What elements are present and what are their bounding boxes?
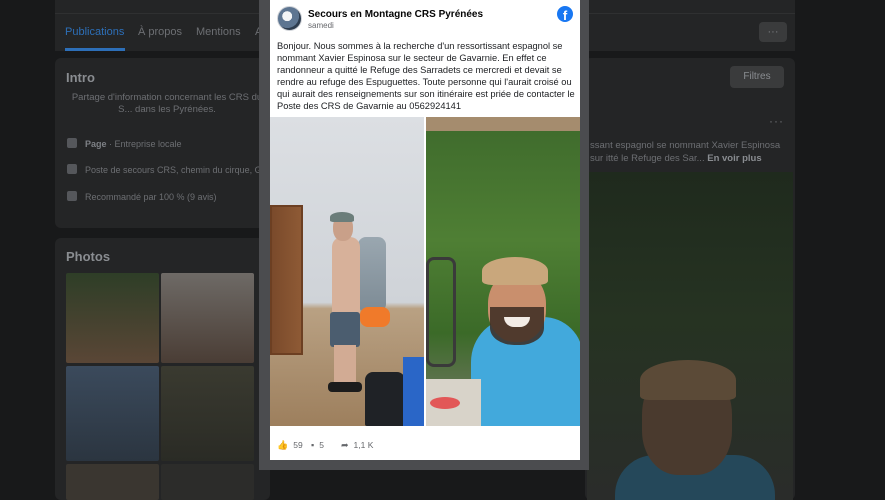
photo-wall xyxy=(426,117,580,131)
facebook-logo-icon: f xyxy=(557,6,573,22)
intro-title: Intro xyxy=(66,70,95,85)
intro-row-rating: Recommandé par 100 % (9 avis) xyxy=(67,191,217,202)
see-more-link[interactable]: En voir plus xyxy=(707,153,761,164)
photo-thumbnail[interactable] xyxy=(66,464,159,500)
photo-thumbnail[interactable] xyxy=(161,366,254,461)
reactions-value: 59 xyxy=(293,440,303,450)
photo-plate xyxy=(430,397,460,409)
photo-person-cap xyxy=(330,212,354,222)
intro-description: Partage d'information concernant les CRS… xyxy=(71,92,263,115)
photo-thumbnail[interactable] xyxy=(161,464,254,500)
page-avatar[interactable] xyxy=(277,6,302,31)
post-card: Secours en Montagne CRS Pyrénées samedi … xyxy=(270,0,580,460)
photo-thumbnail[interactable] xyxy=(161,273,254,363)
intro-row-text: Recommandé par 100 % (9 avis) xyxy=(85,192,217,202)
info-icon xyxy=(67,138,77,148)
photo-blue-bin xyxy=(403,357,424,426)
like-icon: 👍 xyxy=(277,440,289,450)
tab-about[interactable]: À propos xyxy=(138,26,182,38)
reactions-count[interactable]: 👍 59 xyxy=(277,440,303,451)
star-icon xyxy=(67,191,77,201)
photos-title: Photos xyxy=(66,249,111,264)
intro-row-category: Page · Entreprise locale xyxy=(67,138,182,149)
photo-thumbnail[interactable] xyxy=(66,273,159,363)
post-timestamp[interactable]: samedi xyxy=(308,21,334,30)
intro-card: Intro Partage d'information concernant l… xyxy=(55,58,270,228)
photo-black-bag xyxy=(365,372,405,426)
photos-card: Photos xyxy=(55,238,270,500)
intro-row-address: Poste de secours CRS, chemin du cirque, … xyxy=(67,164,269,175)
post-photo-man-smiling[interactable] xyxy=(426,117,580,426)
photo-man-cap xyxy=(482,257,548,285)
location-icon xyxy=(67,164,77,174)
photo-thumbnail[interactable] xyxy=(66,366,159,461)
page-name[interactable]: Secours en Montagne CRS Pyrénées xyxy=(308,9,483,20)
comment-icon: ▪ xyxy=(311,440,315,450)
more-options-button[interactable]: ··· xyxy=(759,22,787,42)
tab-publications[interactable]: Publications xyxy=(65,26,124,38)
photo-orange-bag xyxy=(360,307,390,327)
shares-value: 1,1 K xyxy=(353,440,374,450)
intro-row-text: Poste de secours CRS, chemin du cirque, … xyxy=(85,165,270,175)
photo-person-shorts xyxy=(330,312,360,347)
active-tab-indicator xyxy=(65,48,125,51)
photo-backpack xyxy=(358,237,386,312)
feed-post-excerpt: ssant espagnol se nommant Xavier Espinos… xyxy=(590,139,790,165)
photo-person-shoes xyxy=(328,382,362,392)
comments-count[interactable]: ▪ 5 xyxy=(311,440,324,450)
comments-value: 5 xyxy=(319,440,324,450)
intro-row-bold: Page xyxy=(85,139,107,149)
post-options-icon[interactable]: ··· xyxy=(769,114,784,128)
photo-chair xyxy=(426,257,456,367)
post-photo-hiker-standing[interactable] xyxy=(270,117,424,426)
feed-image-cap xyxy=(640,360,736,400)
engagement-counts: 👍 59 ▪ 5 ➦ 1,1 K xyxy=(277,437,575,453)
tab-mentions[interactable]: Mentions xyxy=(196,26,241,38)
photo-person-body xyxy=(332,237,360,322)
post-text: Bonjour. Nous sommes à la recherche d'un… xyxy=(277,41,575,112)
shares-count[interactable]: ➦ 1,1 K xyxy=(341,440,373,451)
filters-button[interactable]: Filtres xyxy=(730,66,784,88)
share-icon: ➦ xyxy=(341,440,349,450)
photo-person-legs xyxy=(334,345,356,385)
photo-door xyxy=(270,205,303,355)
intro-row-text: · Entreprise locale xyxy=(106,139,182,149)
